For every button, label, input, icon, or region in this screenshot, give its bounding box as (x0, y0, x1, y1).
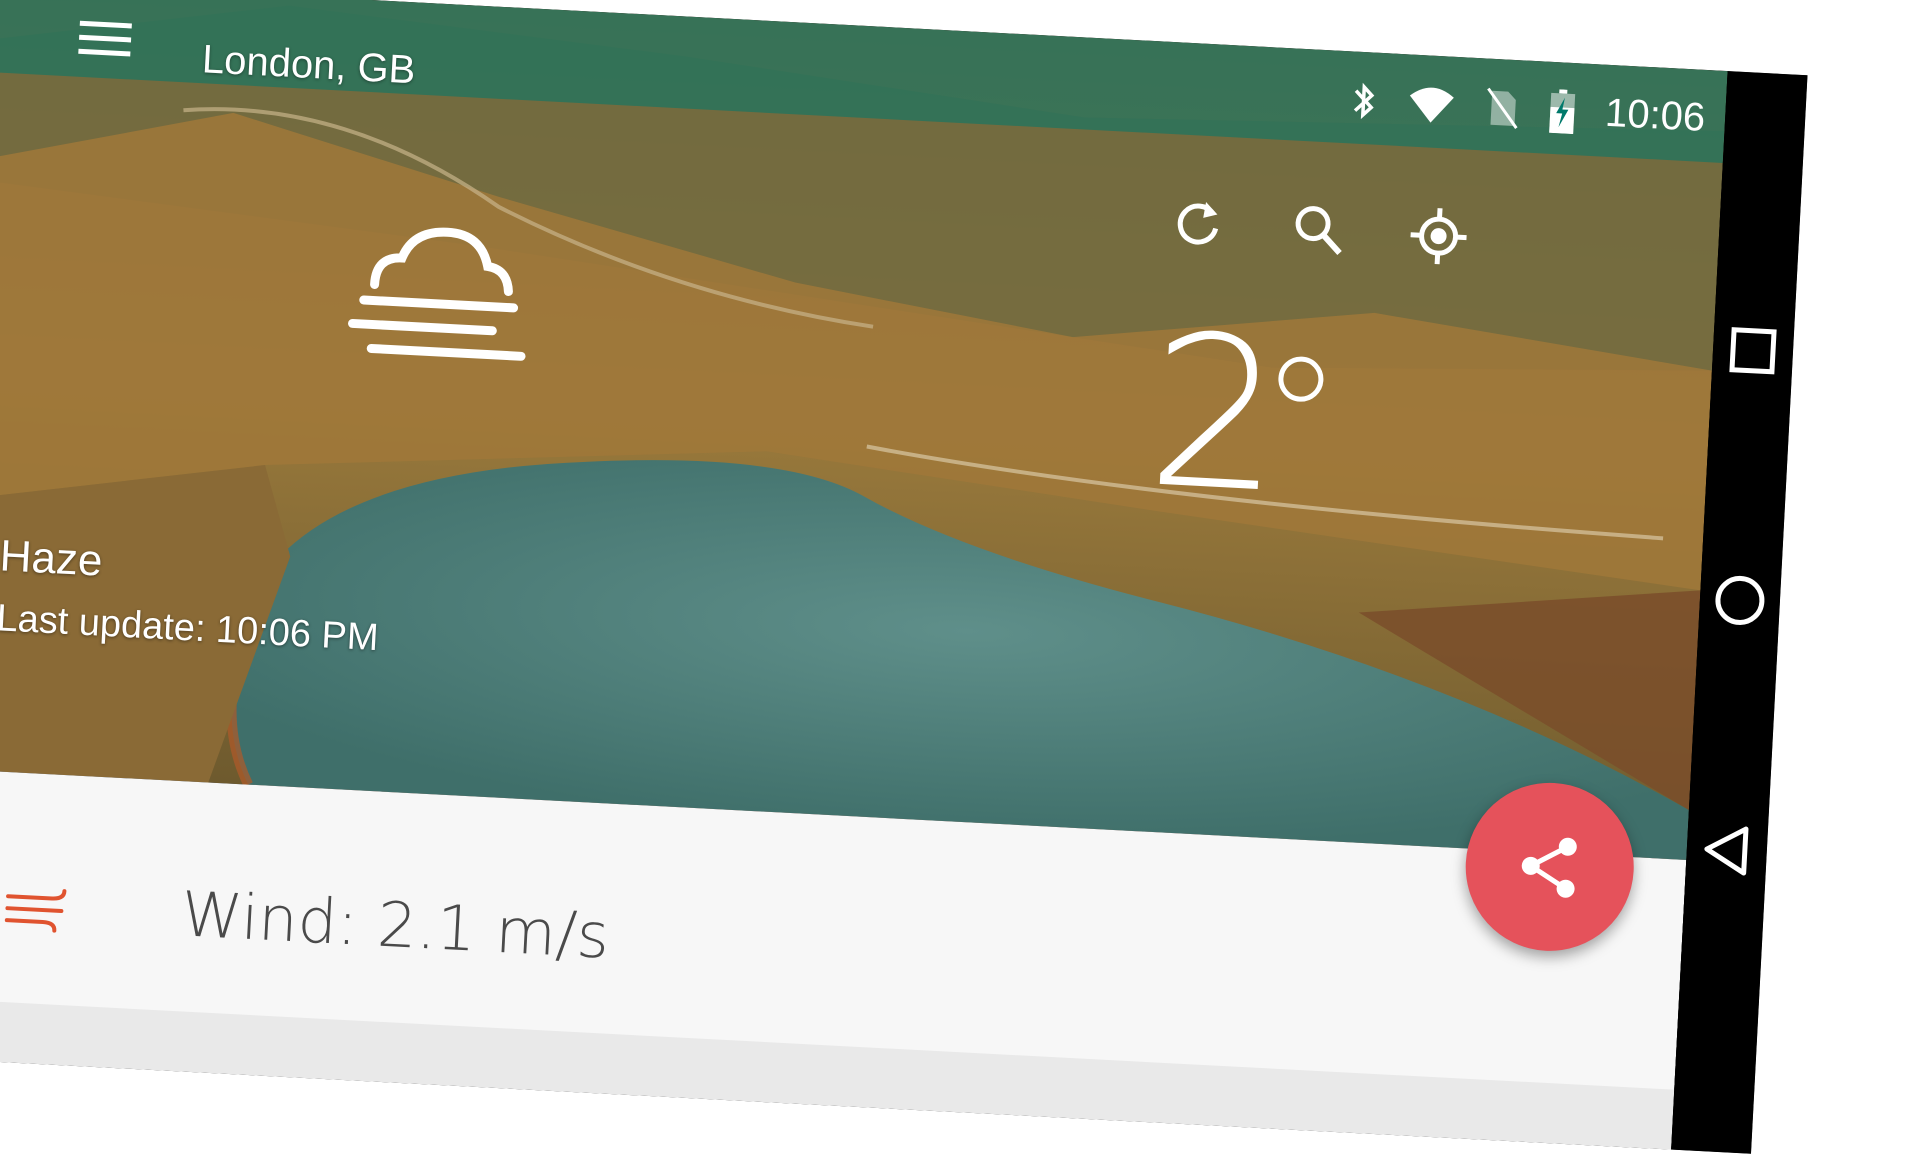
menu-icon[interactable] (74, 15, 136, 64)
bluetooth-icon (1353, 82, 1375, 119)
haze-icon (348, 227, 526, 361)
wind-speed-text: Wind: 2.1 m/s (179, 877, 612, 973)
wifi-icon (1409, 87, 1454, 123)
device-screen: 10:06 London, GB 2 Haze Last update: 10:… (0, 0, 1808, 1154)
app-area: 10:06 London, GB 2 Haze Last update: 10:… (0, 0, 1728, 1150)
no-sim-icon (1487, 87, 1518, 129)
status-time: 10:06 (1604, 90, 1707, 140)
degree-symbol (1278, 356, 1324, 402)
battery-charging-icon (1549, 88, 1576, 134)
wind-icon (4, 889, 67, 933)
refresh-icon[interactable] (1167, 192, 1230, 255)
weather-condition: Haze (0, 531, 104, 586)
my-location-icon[interactable] (1407, 205, 1470, 268)
weather-hero: 10:06 London, GB 2 Haze Last update: 10:… (0, 0, 1728, 860)
search-icon[interactable] (1287, 198, 1350, 261)
back-icon[interactable] (1697, 821, 1756, 880)
status-icons: 10:06 (1348, 77, 1706, 141)
recent-apps-icon[interactable] (1724, 321, 1783, 380)
share-icon (1521, 837, 1577, 898)
temperature-value: 2 (1142, 288, 1289, 541)
home-icon[interactable] (1711, 571, 1770, 630)
